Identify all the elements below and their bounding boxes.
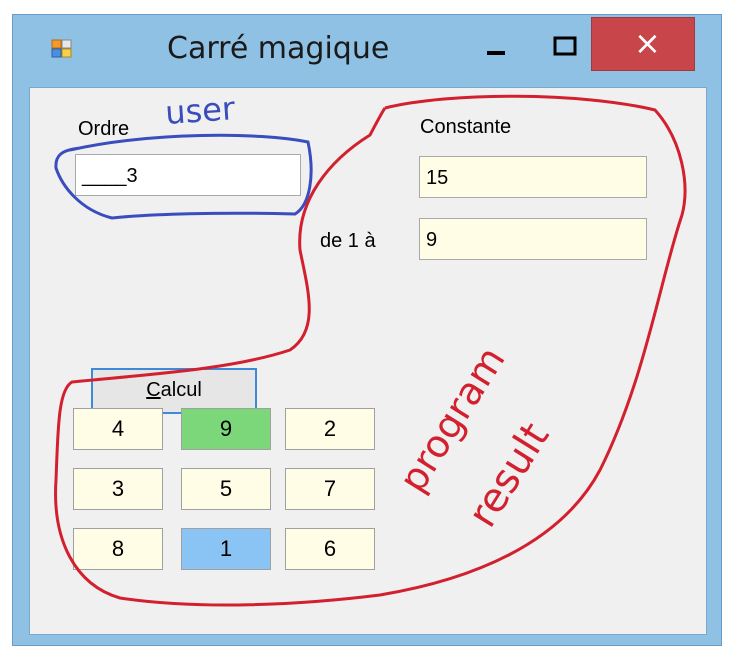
grid-cell-2-1: 1 xyxy=(181,528,271,570)
constant-output: 15 xyxy=(419,156,647,198)
range-output: 9 xyxy=(419,218,647,260)
grid-cell-0-0: 4 xyxy=(73,408,163,450)
close-icon: × xyxy=(634,24,661,62)
grid-cell-1-0: 3 xyxy=(73,468,163,510)
minimize-icon[interactable] xyxy=(473,23,523,67)
range-label: de 1 à xyxy=(320,230,376,252)
title-bar[interactable]: Carré magique × xyxy=(13,15,721,87)
maximize-icon[interactable] xyxy=(539,23,589,67)
grid-cell-1-1: 5 xyxy=(181,468,271,510)
grid-cell-1-2: 7 xyxy=(285,468,375,510)
window-title: Carré magique xyxy=(167,31,390,66)
form-client-area: Ordre ____3 Constante 15 de 1 à 9 Calcul… xyxy=(29,87,707,635)
grid-cell-0-2: 2 xyxy=(285,408,375,450)
order-label: Ordre xyxy=(78,118,130,140)
app-icon xyxy=(51,39,72,58)
calcul-accelerator: C xyxy=(146,379,161,401)
app-window: Carré magique × Ordre ____3 Constante 15… xyxy=(12,14,722,646)
order-input[interactable]: ____3 xyxy=(75,154,301,196)
grid-cell-2-0: 8 xyxy=(73,528,163,570)
grid-cell-0-1: 9 xyxy=(181,408,271,450)
close-button[interactable]: × xyxy=(591,17,695,71)
calcul-label: alcul xyxy=(160,379,202,401)
grid-cell-2-2: 6 xyxy=(285,528,375,570)
constant-label: Constante xyxy=(420,116,512,138)
